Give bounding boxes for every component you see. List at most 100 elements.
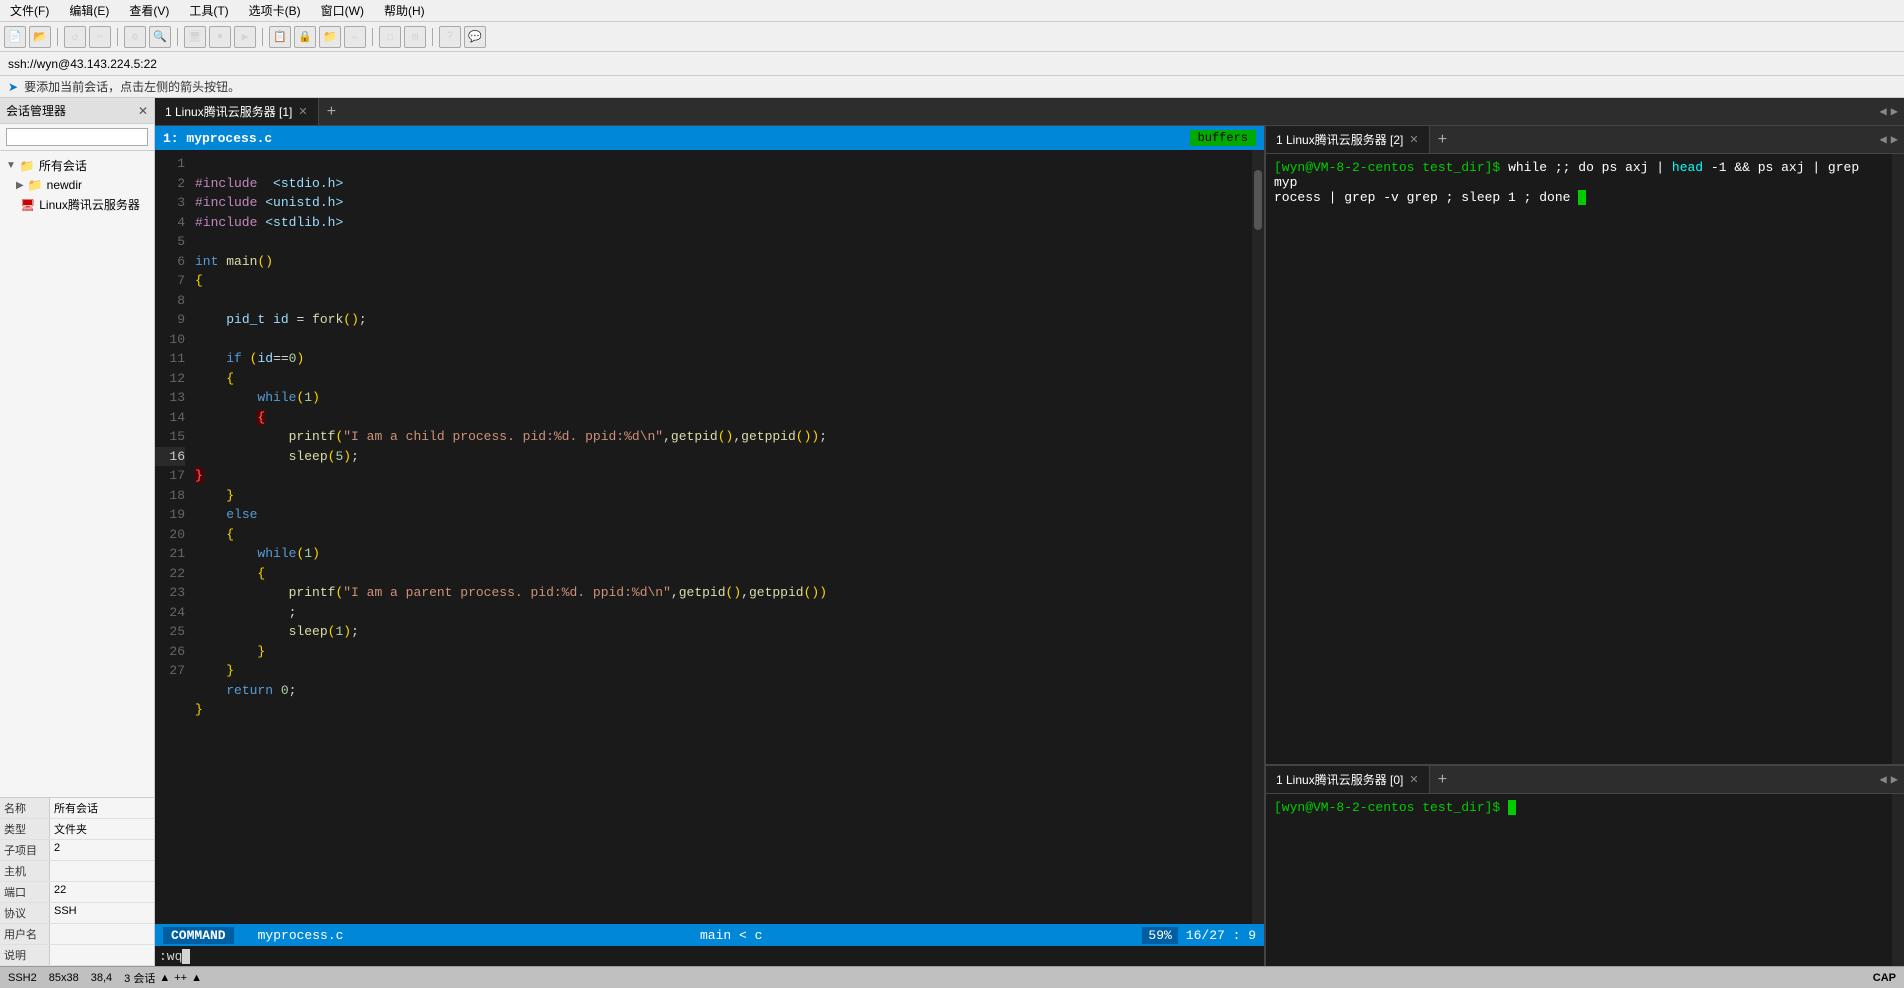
terminal-2-scrollbar[interactable] — [1892, 794, 1904, 966]
terminal-1-command2: rocess | grep -v grep ; sleep 1 ; done — [1274, 190, 1570, 205]
line-num-1: 1 — [155, 154, 185, 174]
toolbar-chat[interactable]: 💬 — [464, 26, 486, 48]
terminal-1-body: [wyn@VM-8-2-centos test_dir]$ while ;; d… — [1266, 154, 1904, 764]
toolbar-btn7[interactable]: ▶ — [234, 26, 256, 48]
editor-tab-1[interactable]: 1 Linux腾讯云服务器 [1] ✕ — [155, 98, 319, 125]
toolbar-btn2[interactable]: ✂ — [89, 26, 111, 48]
toolbar-btn11[interactable]: ✏ — [344, 26, 366, 48]
vim-cmdline[interactable]: :wq — [155, 946, 1264, 966]
line-num-7: 7 — [155, 271, 185, 291]
sidebar-item-newdir[interactable]: ▶ 📁 newdir — [0, 176, 154, 194]
line-num-16: 16 — [155, 447, 185, 467]
line-num-2: 2 — [155, 174, 185, 194]
menu-bar: 文件(F) 编辑(E) 查看(V) 工具(T) 选项卡(B) 窗口(W) 帮助(… — [0, 0, 1904, 22]
prop-value-children: 2 — [50, 840, 154, 860]
menu-view[interactable]: 查看(V) — [123, 0, 175, 21]
terminal-2-body: [wyn@VM-8-2-centos test_dir]$ — [1266, 794, 1904, 966]
toolbar: 📄 📂 ↺ ✂ ⚙ 🔍 🖥 ● ▶ 📋 🔒 📁 ✏ ☐ ⊞ ? 💬 — [0, 22, 1904, 52]
terminal-1-content[interactable]: [wyn@VM-8-2-centos test_dir]$ while ;; d… — [1266, 154, 1892, 764]
toolbar-btn13[interactable]: ⊞ — [404, 26, 426, 48]
terminal-2-content[interactable]: [wyn@VM-8-2-centos test_dir]$ — [1266, 794, 1892, 966]
nav-right-icon[interactable]: ▶ — [1891, 104, 1898, 119]
prop-label-name: 名称 — [0, 798, 50, 818]
status-sessions-arrow: ▲ — [159, 972, 170, 984]
terminal-2-tab-add[interactable]: + — [1430, 766, 1456, 793]
editor-tab-add[interactable]: + — [319, 98, 345, 125]
tree-label-linux-server: Linux腾讯云服务器 — [39, 196, 140, 213]
prop-value-port: 22 — [50, 882, 154, 902]
toolbar-new[interactable]: 📄 — [4, 26, 26, 48]
toolbar-btn4[interactable]: 🔍 — [149, 26, 171, 48]
toolbar-btn8[interactable]: 📋 — [269, 26, 291, 48]
term1-nav-left-icon[interactable]: ◀ — [1880, 132, 1887, 147]
line-num-26: 26 — [155, 642, 185, 662]
toolbar-btn9[interactable]: 🔒 — [294, 26, 316, 48]
toolbar-btn10[interactable]: 📁 — [319, 26, 341, 48]
main-area: 会话管理器 ✕ ▼ 📁 所有会话 ▶ 📁 newdir 🖥 Linu — [0, 98, 1904, 966]
terminal-2-tab[interactable]: 1 Linux腾讯云服务器 [0] ✕ — [1266, 766, 1430, 793]
line-num-15: 15 — [155, 427, 185, 447]
prop-value-type: 文件夹 — [50, 819, 154, 839]
editor-tab-1-close[interactable]: ✕ — [298, 105, 307, 118]
tree-arrow-icon: ▶ — [16, 180, 24, 191]
code-area: 1 2 3 4 5 6 7 8 9 10 11 12 13 14 — [155, 150, 1264, 924]
prop-value-user — [50, 924, 154, 944]
toolbar-btn6[interactable]: ● — [209, 26, 231, 48]
terminal-1-tab[interactable]: 1 Linux腾讯云服务器 [2] ✕ — [1266, 126, 1430, 153]
terminal-1-tab-nav: ◀ ▶ — [1880, 126, 1904, 153]
buffers-label: buffers — [1190, 130, 1256, 146]
status-position: 38,4 — [91, 972, 112, 984]
sidebar-item-linux-server[interactable]: 🖥 Linux腾讯云服务器 — [0, 194, 154, 215]
tree-arrow-icon: ▼ — [6, 160, 16, 171]
terminal-1: 1 Linux腾讯云服务器 [2] ✕ + ◀ ▶ [wyn@VM-8-2-ce… — [1266, 126, 1904, 766]
sidebar-close-btn[interactable]: ✕ — [138, 104, 148, 118]
line-num-14: 14 — [155, 408, 185, 428]
toolbar-btn1[interactable]: ↺ — [64, 26, 86, 48]
menu-tools[interactable]: 工具(T) — [183, 0, 234, 21]
address-text: ssh://wyn@43.143.224.5:22 — [8, 57, 157, 71]
vim-cmd-text: :wq — [159, 949, 182, 964]
menu-edit[interactable]: 编辑(E) — [63, 0, 115, 21]
toolbar-open[interactable]: 📂 — [29, 26, 51, 48]
menu-window[interactable]: 窗口(W) — [315, 0, 370, 21]
term1-nav-right-icon[interactable]: ▶ — [1891, 132, 1898, 147]
status-section-sessions: 3 会话 ▲ ++ ▲ — [124, 970, 202, 986]
line-num-8: 8 — [155, 291, 185, 311]
prop-value-name: 所有会话 — [50, 798, 154, 818]
info-bar: ➤ 要添加当前会话，点击左侧的箭头按钮。 — [0, 76, 1904, 98]
menu-tabs[interactable]: 选项卡(B) — [243, 0, 307, 21]
code-content[interactable]: #include <stdio.h> #include <unistd.h> #… — [191, 150, 1252, 924]
terminal-1-tab-bar: 1 Linux腾讯云服务器 [2] ✕ + ◀ ▶ — [1266, 126, 1904, 154]
sidebar-item-all-sessions[interactable]: ▼ 📁 所有会话 — [0, 155, 154, 176]
term2-nav-left-icon[interactable]: ◀ — [1880, 772, 1887, 787]
terminal-2-prompt: [wyn@VM-8-2-centos test_dir]$ — [1274, 800, 1500, 815]
toolbar-btn12[interactable]: ☐ — [379, 26, 401, 48]
toolbar-btn3[interactable]: ⚙ — [124, 26, 146, 48]
toolbar-help[interactable]: ? — [439, 26, 461, 48]
line-num-27: 27 — [155, 661, 185, 681]
vim-line-position: 16/27 : 9 — [1186, 928, 1256, 943]
prop-row-protocol: 协议 SSH — [0, 903, 154, 924]
code-scrollbar[interactable] — [1252, 150, 1264, 924]
line-num-19: 19 — [155, 505, 185, 525]
terminal-2-tab-bar: 1 Linux腾讯云服务器 [0] ✕ + ◀ ▶ — [1266, 766, 1904, 794]
terminal-2-tab-close[interactable]: ✕ — [1409, 773, 1418, 786]
prop-row-user: 用户名 — [0, 924, 154, 945]
editor-tab-bar: 1 Linux腾讯云服务器 [1] ✕ + ◀ ▶ — [155, 98, 1904, 126]
prop-row-type: 类型 文件夹 — [0, 819, 154, 840]
line-num-4: 4 — [155, 213, 185, 233]
toolbar-btn5[interactable]: 🖥 — [184, 26, 206, 48]
terminal-1-tab-add[interactable]: + — [1430, 126, 1456, 153]
terminal-1-scrollbar[interactable] — [1892, 154, 1904, 764]
sidebar-properties: 名称 所有会话 类型 文件夹 子项目 2 主机 端口 22 协议 SSH — [0, 797, 154, 966]
code-scrollbar-thumb[interactable] — [1254, 170, 1262, 230]
menu-file[interactable]: 文件(F) — [4, 0, 55, 21]
tree-label-newdir: newdir — [47, 178, 82, 192]
menu-help[interactable]: 帮助(H) — [378, 0, 431, 21]
nav-left-icon[interactable]: ◀ — [1880, 104, 1887, 119]
terminal-1-tab-close[interactable]: ✕ — [1409, 133, 1418, 146]
vim-filename: myprocess.c — [258, 928, 684, 943]
sidebar-search-input[interactable] — [6, 128, 148, 146]
line-num-24: 24 — [155, 603, 185, 623]
term2-nav-right-icon[interactable]: ▶ — [1891, 772, 1898, 787]
